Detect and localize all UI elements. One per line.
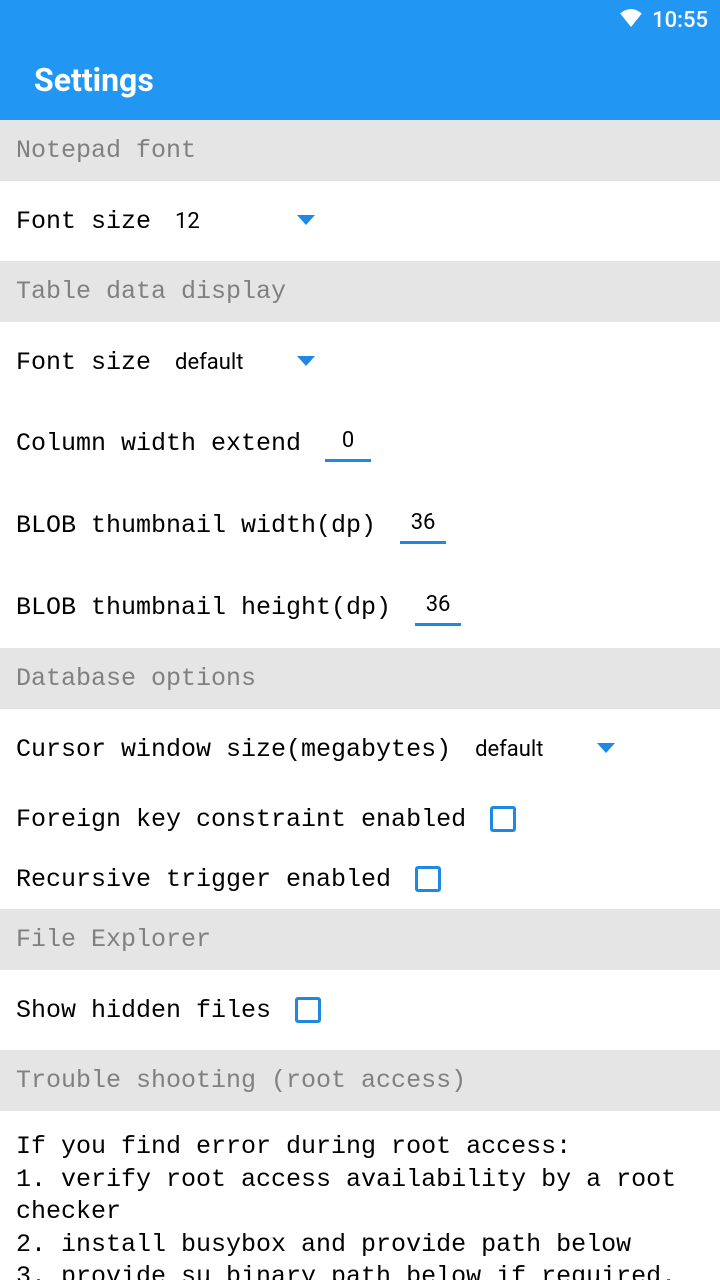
input-column-width[interactable]: 0 — [325, 424, 371, 462]
input-blob-height[interactable]: 36 — [415, 588, 461, 626]
input-blob-width[interactable]: 36 — [400, 506, 446, 544]
app-bar: Settings — [0, 40, 720, 120]
label-foreign-key: Foreign key constraint enabled — [16, 805, 466, 834]
label-blob-height: BLOB thumbnail height(dp) — [16, 593, 391, 622]
label-column-width: Column width extend — [16, 429, 301, 458]
status-bar: 10:55 — [0, 0, 720, 40]
section-db-options: Database options — [0, 648, 720, 709]
select-cursor-window[interactable]: default — [475, 737, 615, 762]
wifi-icon — [620, 8, 642, 33]
label-recursive-trigger: Recursive trigger enabled — [16, 865, 391, 894]
section-file-explorer: File Explorer — [0, 909, 720, 970]
chevron-down-icon — [297, 215, 315, 225]
checkbox-recursive-trigger[interactable] — [415, 866, 441, 892]
label-table-font-size: Font size — [16, 348, 151, 377]
checkbox-foreign-key[interactable] — [490, 806, 516, 832]
section-table-data: Table data display — [0, 261, 720, 322]
page-title: Settings — [34, 61, 154, 99]
row-column-width: Column width extend 0 — [0, 402, 720, 484]
row-recursive-trigger: Recursive trigger enabled — [0, 849, 720, 909]
row-blob-width: BLOB thumbnail width(dp) 36 — [0, 484, 720, 566]
chevron-down-icon — [597, 743, 615, 753]
label-show-hidden: Show hidden files — [16, 996, 271, 1025]
row-show-hidden: Show hidden files — [0, 970, 720, 1050]
row-table-font-size: Font size default — [0, 322, 720, 402]
status-time: 10:55 — [652, 8, 708, 33]
label-notepad-font-size: Font size — [16, 207, 151, 236]
label-blob-width: BLOB thumbnail width(dp) — [16, 511, 376, 540]
chevron-down-icon — [297, 356, 315, 366]
checkbox-show-hidden[interactable] — [295, 997, 321, 1023]
row-cursor-window: Cursor window size(megabytes) default — [0, 709, 720, 789]
select-notepad-font-size[interactable]: 12 — [175, 209, 315, 234]
select-value: default — [475, 737, 613, 762]
section-notepad-font: Notepad font — [0, 120, 720, 181]
select-table-font-size[interactable]: default — [175, 350, 315, 375]
row-foreign-key: Foreign key constraint enabled — [0, 789, 720, 849]
section-trouble: Trouble shooting (root access) — [0, 1050, 720, 1111]
select-value: default — [175, 350, 313, 375]
row-notepad-font-size: Font size 12 — [0, 181, 720, 261]
trouble-text: If you find error during root access: 1.… — [0, 1111, 720, 1280]
label-cursor-window: Cursor window size(megabytes) — [16, 735, 451, 764]
row-blob-height: BLOB thumbnail height(dp) 36 — [0, 566, 720, 648]
select-value: 12 — [175, 209, 270, 234]
